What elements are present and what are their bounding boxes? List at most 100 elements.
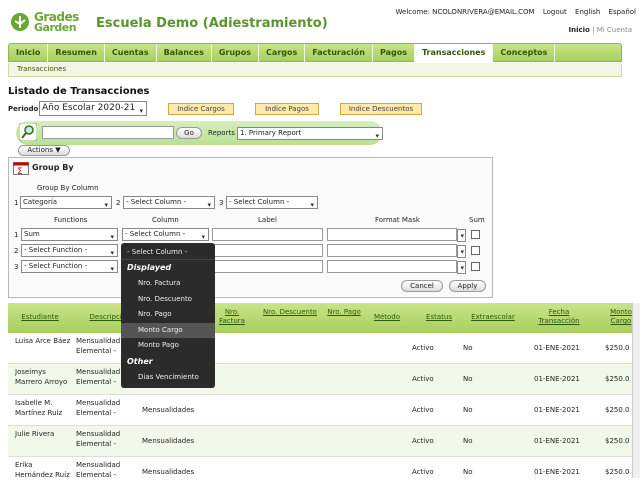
cell-descripcion: Mensualidad Elemental - <box>76 430 121 448</box>
chevron-down-icon: ▾ <box>207 201 211 209</box>
group-by-column-2[interactable]: - Select Column - ▾ <box>123 196 215 209</box>
tab-cargos[interactable]: Cargos <box>259 44 306 62</box>
col-header-estatus[interactable]: Estatus <box>416 313 462 322</box>
chevron-down-icon: ▾ <box>460 264 464 272</box>
table-row[interactable]: Luisa Arce Báez Mensualidad Elemental - Ac… <box>8 333 640 364</box>
cell-estudiante: Erika Hernández Ruíz <box>15 461 70 478</box>
cell-estatus: Activo <box>412 437 434 445</box>
gb-num-2: 2 <box>116 199 121 207</box>
tab-pagos[interactable]: Pagos <box>373 44 415 62</box>
tab-cuentas[interactable]: Cuentas <box>105 44 157 62</box>
dropdown-option-nro-factura[interactable]: Nro. Factura <box>121 276 215 291</box>
dropdown-option-dias-vencimiento[interactable]: Dias Vencimiento <box>121 370 215 385</box>
dropdown-option-select-column[interactable]: - Select Column - <box>121 245 215 260</box>
col-header-estudiante[interactable]: Estudiante <box>12 313 68 322</box>
espanol-link[interactable]: Español <box>609 8 636 16</box>
indice-pagos-button[interactable]: Indice Pagos <box>255 103 319 115</box>
col-header-nro-descuento[interactable]: Nro. Descuento <box>260 308 320 317</box>
format-mask-input-1[interactable] <box>327 228 457 241</box>
chevron-down-icon: ▾ <box>375 132 379 140</box>
table-row[interactable]: Joseimys Marrero Arroyo Mensualidad Eleme… <box>8 364 640 395</box>
cell-fecha: 01-ENE-2021 <box>534 406 580 414</box>
go-button[interactable]: Go <box>176 127 202 139</box>
dropdown-option-monto-pago[interactable]: Monto Pago <box>121 338 215 353</box>
reports-select[interactable]: 1. Primary Report ▾ <box>237 127 383 140</box>
format-mask-picker-3[interactable]: ▾ <box>457 261 466 274</box>
cell-descripcion: Mensualidad Elemental - <box>76 461 121 478</box>
dropdown-option-monto-cargo[interactable]: Monto Cargo <box>121 322 215 338</box>
sum-checkbox-1[interactable] <box>471 230 480 239</box>
cell-descripcion: Mensualidad Elemental - <box>76 399 121 417</box>
group-by-title: Group By <box>32 163 74 172</box>
functions-header: Functions <box>54 216 88 224</box>
function-select-3[interactable]: - Select Function - ▾ <box>21 260 118 273</box>
english-link[interactable]: English <box>575 8 600 16</box>
format-mask-picker-2[interactable]: ▾ <box>457 245 466 258</box>
group-by-column-3[interactable]: - Select Column - ▾ <box>226 196 318 209</box>
cell-extraescolar: No <box>463 375 473 383</box>
tab-balances[interactable]: Balances <box>157 44 212 62</box>
label-input-3[interactable] <box>212 260 323 273</box>
tab-transacciones[interactable]: Transacciones <box>414 44 494 62</box>
group-by-column-1[interactable]: Categoría ▾ <box>20 196 112 209</box>
apply-button[interactable]: Apply <box>449 280 486 292</box>
gb-value-1: Categoría <box>23 198 58 206</box>
period-label: Periodo <box>8 105 39 113</box>
period-select[interactable]: Año Escolar 2020-21 ▾ <box>39 101 147 116</box>
chevron-down-icon: ▾ <box>460 232 464 240</box>
cell-extraescolar: No <box>463 437 473 445</box>
indice-descuentos-button[interactable]: Indice Descuentos <box>340 103 422 115</box>
indice-cargos-button[interactable]: Indice Cargos <box>168 103 234 115</box>
tab-conceptos[interactable]: Conceptos <box>493 44 556 62</box>
dropdown-group-displayed: Displayed <box>127 263 172 272</box>
label-input-1[interactable] <box>212 228 323 241</box>
dropdown-option-nro-pago[interactable]: Nro. Pago <box>121 307 215 322</box>
fn-num-3: 3 <box>14 263 19 271</box>
function-select-2[interactable]: - Select Function - ▾ <box>21 244 118 257</box>
chevron-down-icon: ▾ <box>110 265 114 273</box>
col-header-m-todo[interactable]: Método <box>366 313 408 322</box>
format-mask-picker-1[interactable]: ▾ <box>457 229 466 242</box>
magnifier-icon[interactable] <box>18 122 38 142</box>
grades-garden-logo[interactable]: Grades Garden <box>10 10 90 34</box>
tab-grupos[interactable]: Grupos <box>212 44 260 62</box>
fn-num-1: 1 <box>14 231 19 239</box>
column-dropdown-menu: - Select Column - Displayed Nro. Factura Nr… <box>121 243 215 388</box>
col-header-extraescolar[interactable]: Extraescolar <box>466 313 520 322</box>
tab-inicio[interactable]: Inicio <box>9 44 49 62</box>
cell-extraescolar: No <box>463 406 473 414</box>
tab-resumen[interactable]: Resumen <box>48 44 105 62</box>
fn-value-2: - Select Function - <box>24 246 88 254</box>
vertical-scrollbar[interactable] <box>632 303 640 478</box>
cell-estatus: Activo <box>412 468 434 476</box>
format-mask-input-2[interactable] <box>327 244 457 257</box>
tab-facturaci-n[interactable]: Facturación <box>305 44 373 62</box>
column-select-1[interactable]: - Select Column - ▾ <box>122 228 209 241</box>
period-value: Año Escolar 2020-21 <box>42 103 136 113</box>
sum-checkbox-3[interactable] <box>471 262 480 271</box>
dropdown-option-nro-descuento[interactable]: Nro. Descuento <box>121 292 215 307</box>
cancel-button[interactable]: Cancel <box>401 280 443 292</box>
mi-cuenta-link[interactable]: Mi Cuenta <box>597 26 632 34</box>
table-row[interactable]: Julie Rivera Mensualidad Elemental - Mensu… <box>8 426 640 457</box>
label-input-2[interactable] <box>212 244 323 257</box>
gb-value-2: - Select Column - <box>126 198 187 206</box>
function-select-1[interactable]: Sum ▾ <box>21 228 118 241</box>
sub-nav: Transacciones <box>8 63 622 77</box>
table-row[interactable]: Erika Hernández Ruíz Mensualidad Elementa… <box>8 457 640 478</box>
col-header-nro-factura[interactable]: Nro. Factura <box>214 308 250 326</box>
logout-link[interactable]: Logout <box>543 8 567 16</box>
col-header-nro-pago[interactable]: Nro. Pago <box>324 308 364 317</box>
col-header-fecha-transacci-n[interactable]: Fecha Transacción <box>528 308 590 326</box>
dropdown-group-other: Other <box>127 357 153 366</box>
sum-checkbox-2[interactable] <box>471 246 480 255</box>
inicio-link[interactable]: Inicio <box>569 26 590 34</box>
format-mask-input-3[interactable] <box>327 260 457 273</box>
actions-button[interactable]: Actions ▼ <box>18 145 70 156</box>
breadcrumb[interactable]: Transacciones <box>17 65 66 73</box>
fn-value-3: - Select Function - <box>24 262 88 270</box>
search-input[interactable] <box>42 126 174 139</box>
table-row[interactable]: Isabelle M. Martínez Ruiz Mensualidad Ele… <box>8 395 640 426</box>
chevron-down-icon: ▾ <box>110 233 114 241</box>
fn-value-1: Sum <box>24 230 40 238</box>
